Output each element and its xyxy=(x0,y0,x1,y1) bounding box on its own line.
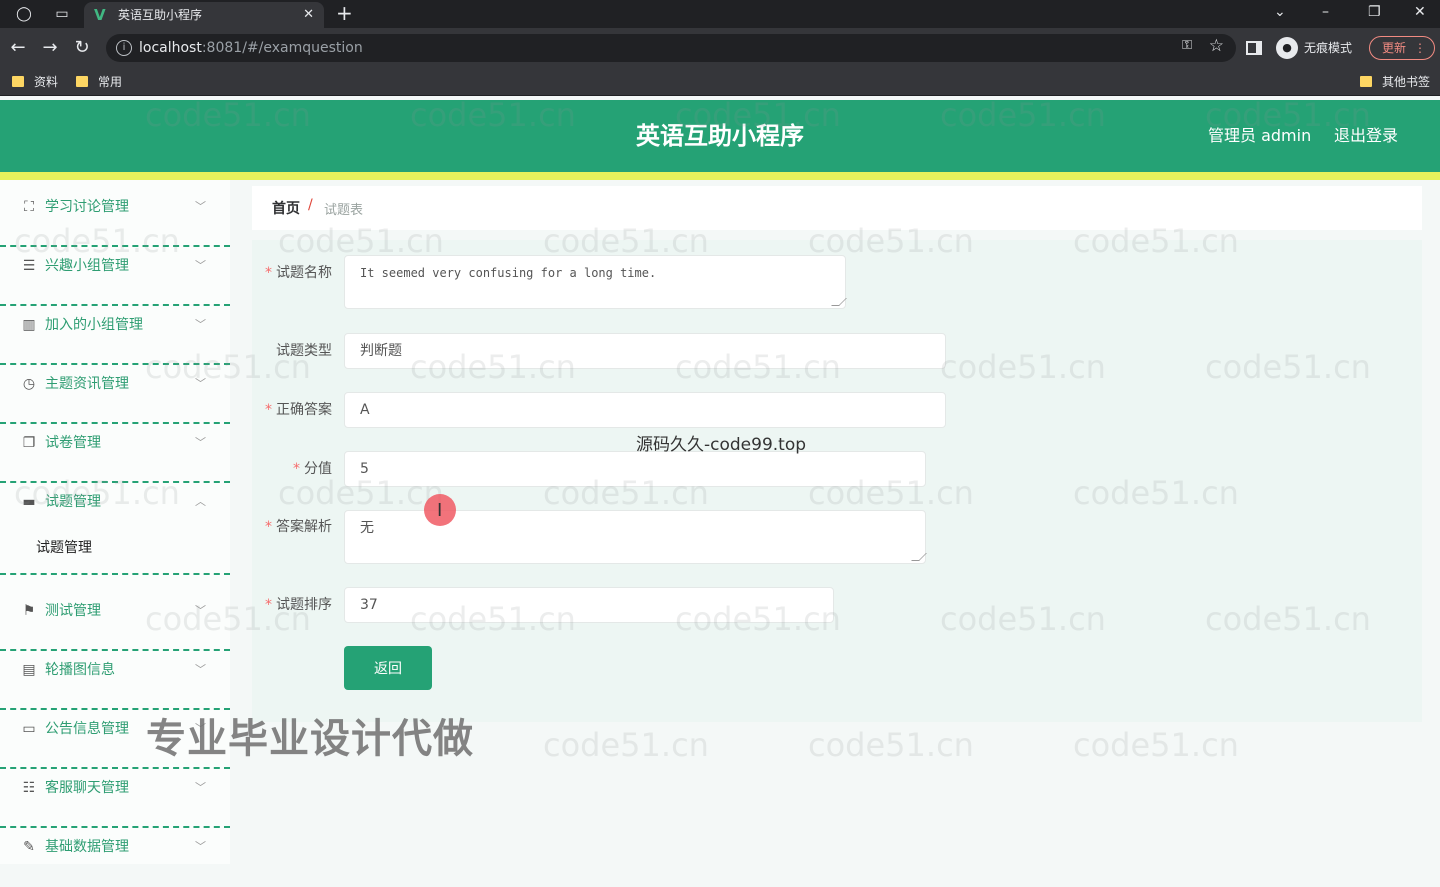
overlay-banner-text: 专业毕业设计代做 xyxy=(146,716,474,762)
back-arrow-icon[interactable]: ← xyxy=(6,36,30,60)
watermark: code51.cn xyxy=(808,726,974,764)
type-label: 试题类型 xyxy=(276,343,332,359)
sidebar-item-customer-chat[interactable]: ☷ 客服聊天管理 ﹀ xyxy=(0,769,230,828)
new-tab-icon[interactable]: + xyxy=(336,0,353,26)
vue-favicon-icon: V xyxy=(94,6,106,24)
breadcrumb-separator: / xyxy=(308,197,313,213)
folder-icon xyxy=(76,76,88,87)
bookmark-folder-ziliao[interactable]: 资料 xyxy=(12,68,58,96)
clock-icon: ◷ xyxy=(22,376,36,392)
sidebar-item-carousel[interactable]: ▤ 轮播图信息 ﹀ xyxy=(0,651,230,710)
score-label: * 分值 xyxy=(293,461,332,477)
edit-icon: ✎ xyxy=(23,839,35,855)
app-header: 英语互助小程序 管理员 admin 退出登录 xyxy=(0,100,1440,172)
close-window-icon[interactable]: ✕ xyxy=(1414,0,1426,24)
monitor-icon: ▬ xyxy=(22,494,36,510)
answer-label: * 正确答案 xyxy=(265,402,332,418)
sidebar-item-interest-group[interactable]: ☰ 兴趣小组管理 ﹀ xyxy=(0,247,230,306)
notice-icon: ▭ xyxy=(22,721,36,737)
type-input[interactable]: 判断题 xyxy=(344,333,946,369)
chevron-down-icon: ﹀ xyxy=(195,200,206,213)
overlay-site-text: 源码久久-code99.top xyxy=(636,435,807,455)
answer-input[interactable]: A xyxy=(344,392,946,428)
tab-list-chevron-icon[interactable]: ⌄ xyxy=(1274,0,1286,24)
text-cursor-icon: I xyxy=(437,500,443,521)
breadcrumb: 首页 / 试题表 xyxy=(252,186,1422,230)
list-icon: ☰ xyxy=(22,258,36,274)
side-panel-icon[interactable] xyxy=(1246,41,1262,55)
header-accent-line xyxy=(0,172,1440,180)
order-label: * 试题排序 xyxy=(265,597,332,613)
sidebar-item-topic-news[interactable]: ◷ 主题资讯管理 ﹀ xyxy=(0,365,230,424)
chevron-down-icon: ﹀ xyxy=(195,781,206,794)
forward-arrow-icon[interactable]: → xyxy=(38,36,62,60)
sidebar-item-exam-paper[interactable]: ❐ 试卷管理 ﹀ xyxy=(0,424,230,483)
chevron-down-icon: ﹀ xyxy=(195,663,206,676)
incognito-icon: ● xyxy=(1276,37,1298,59)
incognito-indicator[interactable]: ● 无痕模式 xyxy=(1276,37,1352,59)
current-user: 管理员 admin xyxy=(1208,126,1312,145)
breadcrumb-current: 试题表 xyxy=(324,203,364,218)
sidebar-item-base-data[interactable]: ✎ 基础数据管理 ﹀ xyxy=(0,828,230,887)
sliders-icon: ☷ xyxy=(22,780,36,796)
update-button[interactable]: 更新 ⋮ xyxy=(1369,36,1435,60)
flag-icon: ⚑ xyxy=(22,603,36,619)
url-text[interactable]: localhost:8081/#/examquestion xyxy=(139,34,363,62)
printer-icon: ▤ xyxy=(22,662,36,678)
bookmark-star-icon[interactable]: ☆ xyxy=(1209,36,1224,56)
sidebar-item-exam-question[interactable]: ▬ 试题管理 ︿ xyxy=(0,483,230,525)
chevron-down-icon: ﹀ xyxy=(195,604,206,617)
tab-close-icon[interactable]: ✕ xyxy=(303,2,314,28)
logout-link[interactable]: 退出登录 xyxy=(1334,100,1398,172)
watermark: code51.cn xyxy=(543,726,709,764)
bookmark-folder-changyong[interactable]: 常用 xyxy=(76,68,122,96)
folder-icon xyxy=(12,76,24,87)
library-icon: ▥ xyxy=(22,317,36,333)
sidebar-item-study-discussion[interactable]: ⛶ 学习讨论管理 ﹀ xyxy=(0,188,230,247)
more-vert-icon: ⋮ xyxy=(1414,41,1426,55)
address-bar[interactable]: i localhost:8081/#/examquestion ⚿ ☆ xyxy=(106,34,1236,62)
chevron-down-icon: ﹀ xyxy=(195,259,206,272)
analysis-label: * 答案解析 xyxy=(265,519,332,535)
chevron-down-icon: ﹀ xyxy=(195,318,206,331)
site-info-icon[interactable]: i xyxy=(116,40,132,56)
resize-handle-icon[interactable] xyxy=(831,298,847,306)
copy-icon: ❐ xyxy=(22,435,36,451)
browser-toolbar: ← → ↻ i localhost:8081/#/examquestion ⚿ … xyxy=(0,28,1440,68)
sidebar-item-test[interactable]: ⚑ 测试管理 ﹀ xyxy=(0,592,230,651)
back-button[interactable]: 返回 xyxy=(344,646,432,690)
browser-tab-bar: ◯ ▭ V 英语互助小程序 ✕ + ⌄ – ❐ ✕ xyxy=(0,0,1440,28)
restore-icon[interactable]: ❐ xyxy=(1368,0,1381,24)
chevron-down-icon: ﹀ xyxy=(195,377,206,390)
browser-menu-icon[interactable]: ◯ xyxy=(14,4,34,24)
score-input[interactable]: 5 xyxy=(344,451,926,487)
name-label: * 试题名称 xyxy=(265,265,332,281)
tab-title: 英语互助小程序 xyxy=(118,8,203,22)
chevron-down-icon: ﹀ xyxy=(195,840,206,853)
browser-tab[interactable]: V 英语互助小程序 ✕ xyxy=(84,2,324,28)
order-input[interactable]: 37 xyxy=(344,587,834,623)
chevron-down-icon: ﹀ xyxy=(195,436,206,449)
bookmarks-bar: 资料 常用 其他书签 xyxy=(0,68,1440,96)
reload-icon[interactable]: ↻ xyxy=(70,36,94,60)
breadcrumb-home[interactable]: 首页 xyxy=(272,198,300,218)
resize-handle-icon[interactable] xyxy=(911,553,927,561)
other-bookmarks[interactable]: 其他书签 xyxy=(1360,68,1430,96)
chevron-up-icon: ︿ xyxy=(195,495,206,508)
sidebar-item-joined-group[interactable]: ▥ 加入的小组管理 ﹀ xyxy=(0,306,230,365)
expand-icon: ⛶ xyxy=(24,199,34,215)
mouse-cursor-highlight: I xyxy=(424,494,456,526)
sidebar-subitem-exam-question[interactable]: 试题管理 xyxy=(0,525,230,575)
minimize-icon[interactable]: – xyxy=(1322,0,1329,24)
password-key-icon[interactable]: ⚿ xyxy=(1182,38,1192,53)
tab-search-icon[interactable]: ▭ xyxy=(52,4,72,24)
watermark: code51.cn xyxy=(1073,726,1239,764)
name-textarea[interactable]: It seemed very confusing for a long time… xyxy=(344,255,847,309)
folder-icon xyxy=(1360,76,1372,87)
